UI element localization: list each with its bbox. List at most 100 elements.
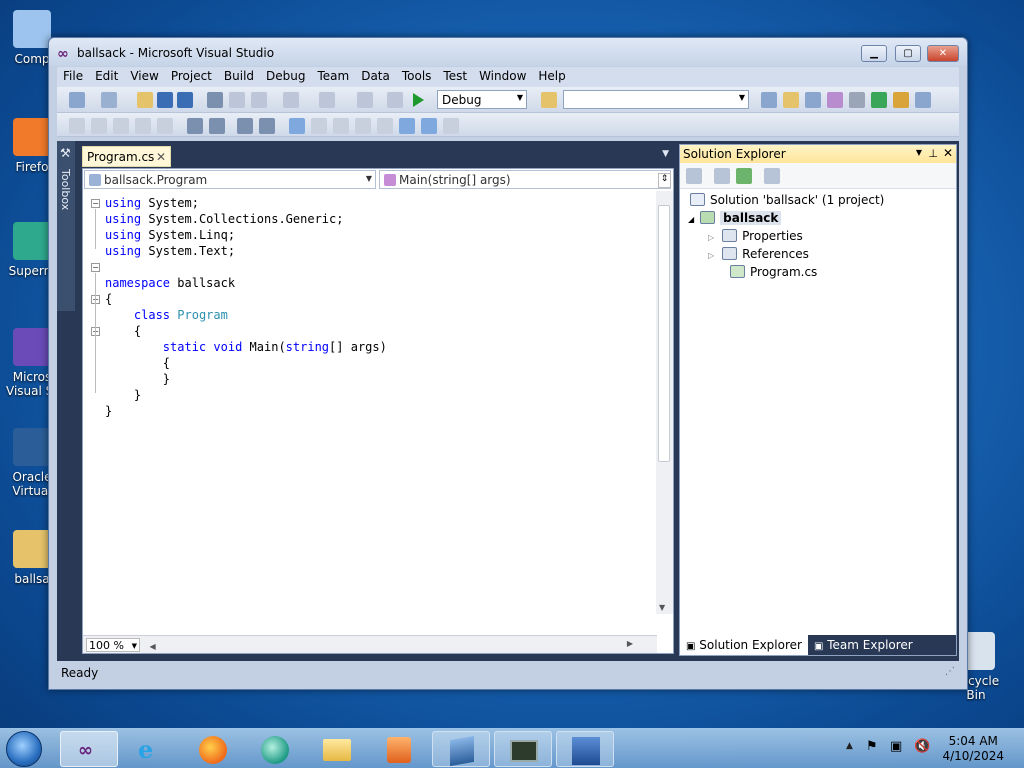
tab-solution-explorer[interactable]: ▣ Solution Explorer [680, 635, 808, 655]
menu-item-help[interactable]: Help [532, 67, 571, 87]
next-bookmark-in-document-icon[interactable] [421, 118, 437, 134]
extension-manager-icon[interactable] [893, 92, 909, 108]
previous-bookmark-icon[interactable] [311, 118, 327, 134]
menu-item-build[interactable]: Build [218, 67, 260, 87]
display-word-completion-icon[interactable] [135, 118, 151, 134]
clear-bookmarks-icon[interactable] [443, 118, 459, 134]
view-class-diagram-icon[interactable] [764, 168, 780, 184]
comment-lines-icon[interactable] [237, 118, 253, 134]
show-hidden-icons-icon[interactable]: ▲ [846, 741, 853, 751]
tab-team-explorer[interactable]: ▣ Team Explorer [808, 635, 919, 655]
program-cs-node[interactable]: Program.cs [730, 265, 817, 279]
code-text[interactable]: using System; using System.Collections.Ge… [105, 195, 387, 419]
action-center-flag-icon[interactable]: ⚑ [866, 739, 878, 754]
next-bookmark-in-folder-icon[interactable] [377, 118, 393, 134]
properties-window-icon[interactable] [783, 92, 799, 108]
solution-configuration-dropdown[interactable]: Debug ▼ [437, 90, 527, 109]
open-file-icon[interactable] [137, 92, 153, 108]
taskbar-file-explorer[interactable] [308, 731, 366, 767]
zoom-dropdown[interactable]: 100 % ▼ [86, 638, 140, 652]
command-window-icon[interactable] [915, 92, 931, 108]
close-panel-icon[interactable]: ✕ [943, 146, 953, 160]
taskbar-media-player[interactable] [370, 731, 428, 767]
menu-item-view[interactable]: View [124, 67, 164, 87]
save-icon[interactable] [157, 92, 173, 108]
solution-node[interactable]: Solution 'ballsack' (1 project) [690, 193, 884, 207]
menu-item-window[interactable]: Window [473, 67, 532, 87]
toolbox-tab[interactable]: ⚒ Toolbox [57, 141, 75, 311]
taskbar-task-manager[interactable] [494, 731, 552, 767]
undo-icon[interactable] [283, 92, 299, 108]
tools-icon[interactable] [849, 92, 865, 108]
types-dropdown[interactable]: ballsack.Program ▼ [84, 170, 376, 189]
start-page-icon[interactable] [871, 92, 887, 108]
navigate-backward-icon[interactable] [357, 92, 373, 108]
code-line[interactable]: } [105, 403, 387, 419]
code-line[interactable]: { [105, 291, 387, 307]
menu-item-file[interactable]: File [57, 67, 89, 87]
scroll-down-icon[interactable]: ▼ [659, 603, 665, 612]
object-browser-icon[interactable] [805, 92, 821, 108]
close-tab-icon[interactable]: ✕ [156, 150, 166, 164]
decrease-indent-icon[interactable] [187, 118, 203, 134]
add-item-icon[interactable] [101, 92, 117, 108]
taskbar-visual-studio[interactable]: ∞ [60, 731, 118, 767]
taskbar-internet-explorer[interactable]: e [122, 731, 180, 767]
copy-icon[interactable] [229, 92, 245, 108]
code-line[interactable]: using System.Linq; [105, 227, 387, 243]
code-line[interactable]: using System.Collections.Generic; [105, 211, 387, 227]
tab-program-cs[interactable]: Program.cs ✕ [82, 146, 171, 167]
paste-icon[interactable] [251, 92, 267, 108]
previous-bookmark-in-document-icon[interactable] [399, 118, 415, 134]
auto-hide-pin-icon[interactable]: ⊥ [928, 147, 938, 160]
code-line[interactable]: } [105, 371, 387, 387]
scrollbar-thumb[interactable] [658, 205, 670, 462]
properties-node[interactable]: ▷ Properties [708, 229, 803, 243]
collapse-namespace-icon[interactable]: − [91, 263, 100, 272]
scroll-right-icon[interactable]: ▶ [627, 639, 633, 648]
menu-item-debug[interactable]: Debug [260, 67, 311, 87]
previous-bookmark-in-folder-icon[interactable] [355, 118, 371, 134]
members-dropdown[interactable]: Main(string[] args)▼ [379, 170, 671, 189]
display-object-member-list-icon[interactable] [69, 118, 85, 134]
toggle-bookmark-icon[interactable] [289, 118, 305, 134]
format-document-icon[interactable] [157, 118, 173, 134]
menu-item-tools[interactable]: Tools [396, 67, 438, 87]
collapse-arrow-icon[interactable]: ◢ [688, 215, 694, 224]
increase-indent-icon[interactable] [209, 118, 225, 134]
taskbar-firefox[interactable] [184, 731, 242, 767]
display-parameter-info-icon[interactable] [91, 118, 107, 134]
expand-arrow-icon[interactable]: ▷ [708, 233, 714, 242]
taskbar-xp-mode[interactable] [556, 731, 614, 767]
code-line[interactable]: static void Main(string[] args) [105, 339, 387, 355]
volume-muted-icon[interactable]: 🔇 [914, 739, 930, 754]
save-all-icon[interactable] [177, 92, 193, 108]
cut-icon[interactable] [207, 92, 223, 108]
navigate-forward-icon[interactable] [387, 92, 403, 108]
toolbox-icon[interactable] [827, 92, 843, 108]
code-line[interactable]: using System.Text; [105, 243, 387, 259]
code-line[interactable]: class Program [105, 307, 387, 323]
collapse-usings-icon[interactable]: − [91, 199, 100, 208]
menu-item-edit[interactable]: Edit [89, 67, 124, 87]
taskbar-supermium[interactable] [246, 731, 304, 767]
menu-item-test[interactable]: Test [437, 67, 473, 87]
network-icon[interactable]: ▣ [890, 739, 902, 754]
vertical-scrollbar[interactable]: ⇕ ▼ [656, 173, 673, 614]
maximize-button[interactable]: ▢ [895, 45, 921, 62]
menu-item-data[interactable]: Data [355, 67, 396, 87]
taskbar-virtualbox[interactable] [432, 731, 490, 767]
minimize-button[interactable]: ▁ [861, 45, 887, 62]
active-files-dropdown-icon[interactable]: ▼ [662, 149, 669, 159]
redo-icon[interactable] [319, 92, 335, 108]
display-quick-info-icon[interactable] [113, 118, 129, 134]
project-node[interactable]: ◢ ballsack [688, 211, 782, 225]
solution-explorer-header[interactable]: Solution Explorer ▼ ⊥ ✕ [680, 145, 956, 163]
title-bar[interactable]: ∞ ballsack - Microsoft Visual Studio ▁ ▢… [49, 38, 967, 66]
code-line[interactable]: { [105, 355, 387, 371]
code-line[interactable]: namespace ballsack [105, 275, 387, 291]
expand-arrow-icon[interactable]: ▷ [708, 251, 714, 260]
find-combo-box[interactable]: ▼ [563, 90, 749, 109]
start-button[interactable] [6, 731, 42, 767]
show-all-files-icon[interactable] [714, 168, 730, 184]
